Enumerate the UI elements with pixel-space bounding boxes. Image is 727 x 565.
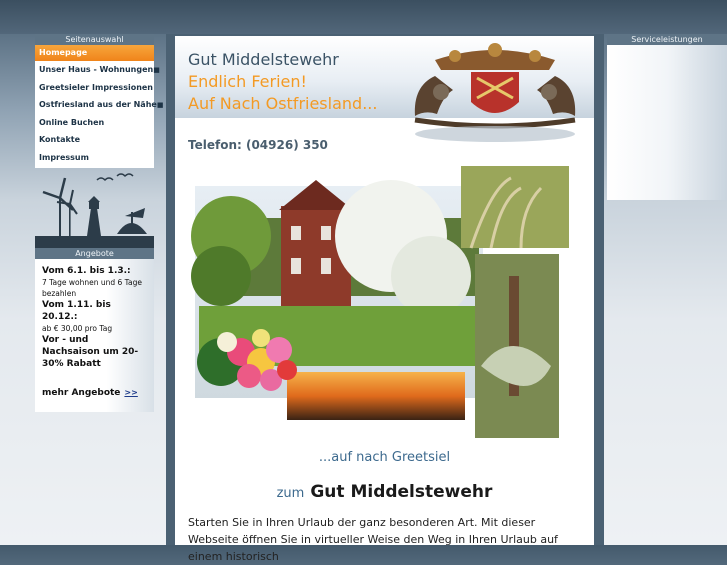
- windmill-lighthouse-icon: [35, 173, 154, 248]
- more-offers-label: mehr Angebote: [42, 388, 121, 398]
- coat-of-arms-image: [414, 43, 576, 142]
- main-content: Gut Middelstewehr Endlich Ferien! Auf Na…: [175, 36, 594, 563]
- offers-heading: Angebote: [35, 248, 154, 259]
- welcome-brand: Gut Middelstewehr: [310, 482, 493, 502]
- welcome-prefix: zum: [276, 486, 305, 501]
- offer-text-3: Vor - und Nachsaison um 20-30% Rabatt: [42, 335, 139, 369]
- right-column: Serviceleistungen: [607, 34, 727, 200]
- nav-item-label: Online Buchen: [39, 117, 105, 127]
- photo-collage-image: [191, 166, 569, 438]
- nav-heading: Seitenauswahl: [35, 34, 154, 45]
- photo-caption: ...auf nach Greetsiel: [318, 450, 451, 465]
- offer-text-1: 7 Tage wohnen und 6 Tage bezahlen: [42, 278, 142, 298]
- offer-date-1: Vom 6.1. bis 1.3.:: [42, 266, 131, 276]
- nav-item-online-buchen[interactable]: Online Buchen: [35, 114, 154, 132]
- nav-item-label: Unser Haus - Wohnungen: [39, 65, 154, 74]
- left-column: Seitenauswahl Homepage Unser Haus - Wohn…: [35, 34, 163, 412]
- more-offers: mehr Angebote >>: [42, 388, 148, 398]
- nav-item-ostfriesland[interactable]: Ostfriesland aus der Nähe■: [35, 96, 163, 114]
- nav-item-label: Homepage: [39, 48, 88, 57]
- services-heading: Serviceleistungen: [607, 34, 727, 45]
- nav-item-impressum[interactable]: Impressum: [35, 149, 154, 167]
- welcome-heading: zum Gut Middelstewehr: [175, 482, 594, 502]
- offers-panel: Vom 6.1. bis 1.3.: 7 Tage wohnen und 6 T…: [35, 259, 154, 412]
- nav-item-unser-haus[interactable]: Unser Haus - Wohnungen■: [35, 61, 160, 79]
- site-navigation: Homepage Unser Haus - Wohnungen■ Greetsi…: [35, 45, 163, 168]
- nav-item-label: Greetsieler Impressionen: [39, 82, 154, 92]
- bullet-icon: ■: [153, 66, 160, 74]
- coast-illustration: [35, 168, 154, 248]
- nav-item-homepage[interactable]: Homepage: [35, 45, 154, 61]
- offer-text-2: ab € 30,00 pro Tag: [42, 324, 113, 333]
- phone-number: Telefon: (04926) 350: [188, 138, 328, 152]
- nav-item-label: Ostfriesland aus der Nähe: [39, 100, 157, 109]
- page-subtitle-1: Endlich Ferien!: [188, 72, 307, 91]
- nav-item-kontakte[interactable]: Kontakte: [35, 131, 154, 149]
- nav-item-label: Impressum: [39, 152, 89, 162]
- page-title: Gut Middelstewehr: [188, 50, 339, 69]
- photo-collage: [191, 166, 571, 446]
- top-banner: [0, 0, 727, 34]
- nav-item-label: Kontakte: [39, 135, 81, 144]
- page-header: Gut Middelstewehr Endlich Ferien! Auf Na…: [175, 36, 594, 142]
- nav-item-impressionen[interactable]: Greetsieler Impressionen: [35, 79, 154, 97]
- page-subtitle-2: Auf Nach Ostfriesland...: [188, 94, 378, 113]
- more-offers-link[interactable]: >>: [124, 388, 137, 397]
- intro-text: Starten Sie in Ihren Urlaub der ganz bes…: [188, 516, 558, 563]
- bullet-icon: ■: [156, 101, 164, 109]
- offer-date-2: Vom 1.11. bis 20.12.:: [42, 300, 111, 322]
- services-panel: [607, 45, 727, 200]
